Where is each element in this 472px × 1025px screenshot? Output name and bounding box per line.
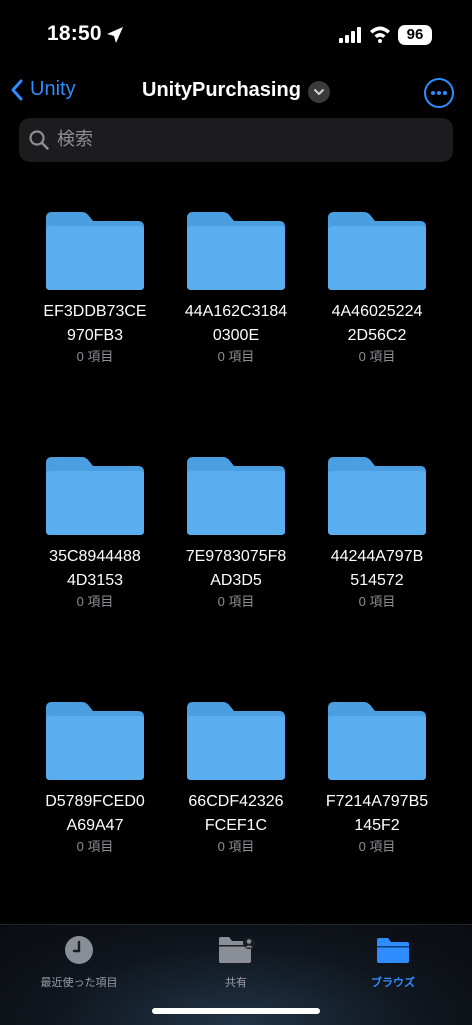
folder-name: EF3DDB73CE 970FB3: [43, 303, 147, 344]
tab-recents[interactable]: 最近使った項目: [4, 935, 154, 990]
search-bar[interactable]: [19, 118, 453, 162]
folder-icon: [328, 702, 426, 780]
folder-name: 44244A797B 514572: [330, 548, 424, 589]
folder-item[interactable]: 35C8944488 4D3153 0 項目: [30, 455, 160, 611]
folder-item[interactable]: 44244A797B 514572 0 項目: [312, 455, 442, 611]
folder-icon: [187, 212, 285, 290]
tab-shared[interactable]: 共有: [161, 935, 311, 990]
folder-item[interactable]: F7214A797B5 145F2 0 項目: [312, 700, 442, 856]
folder-name: 4A46025224 2D56C2: [331, 303, 423, 344]
folder-item-count: 0 項目: [76, 594, 114, 609]
ellipsis-icon: [431, 91, 435, 95]
folder-item-count: 0 項目: [76, 839, 114, 854]
folder-icon: [377, 938, 409, 963]
clock-icon: [65, 936, 93, 964]
status-time: 18:50: [47, 22, 102, 45]
folder-item-count: 0 項目: [217, 594, 255, 609]
folder-name: D5789FCED0 A69A47: [45, 793, 145, 834]
tab-browse[interactable]: ブラウズ: [318, 935, 468, 990]
folder-name: 7E9783075F8 AD3D5: [185, 548, 287, 589]
page-title[interactable]: UnityPurchasing: [142, 79, 301, 102]
folder-item-count: 0 項目: [217, 839, 255, 854]
folder-item-count: 0 項目: [358, 349, 396, 364]
location-arrow-icon: [107, 27, 123, 43]
folder-icon: [46, 212, 144, 290]
folder-name: 35C8944488 4D3153: [49, 548, 141, 589]
folder-name: 44A162C3184 0300E: [184, 303, 288, 344]
folder-item-count: 0 項目: [358, 839, 396, 854]
back-button[interactable]: Unity: [10, 78, 76, 101]
tab-browse-label: ブラウズ: [371, 977, 415, 989]
folder-name: 66CDF42326 FCEF1C: [188, 793, 284, 834]
title-menu-button[interactable]: [308, 81, 330, 103]
battery-indicator: 96: [398, 25, 432, 45]
more-options-button[interactable]: [424, 78, 454, 108]
folder-icon: [46, 702, 144, 780]
home-indicator: [152, 1008, 320, 1014]
chevron-down-icon: [314, 89, 324, 95]
chevron-left-icon: [11, 79, 23, 100]
folder-item-count: 0 項目: [76, 349, 114, 364]
folder-icon: [328, 212, 426, 290]
folder-icon: [187, 457, 285, 535]
folder-icon: [187, 702, 285, 780]
search-icon: [29, 130, 49, 150]
tab-recents-label: 最近使った項目: [40, 977, 118, 989]
folder-item-count: 0 項目: [358, 594, 396, 609]
folder-name: F7214A797B5 145F2: [325, 793, 429, 834]
folder-icon: [328, 457, 426, 535]
folder-item[interactable]: 66CDF42326 FCEF1C 0 項目: [171, 700, 301, 856]
folder-item[interactable]: D5789FCED0 A69A47 0 項目: [30, 700, 160, 856]
search-input[interactable]: [57, 129, 437, 150]
cellular-signal-icon: [339, 27, 361, 43]
folder-item[interactable]: 4A46025224 2D56C2 0 項目: [312, 210, 442, 366]
back-button-label: Unity: [30, 78, 76, 100]
status-bar: 18:50 96: [0, 0, 472, 70]
tab-shared-label: 共有: [225, 977, 247, 989]
navigation-bar: Unity UnityPurchasing: [0, 70, 472, 114]
folder-icon: [46, 457, 144, 535]
folder-item[interactable]: 44A162C3184 0300E 0 項目: [171, 210, 301, 366]
folder-item[interactable]: 7E9783075F8 AD3D5 0 項目: [171, 455, 301, 611]
wifi-icon: [370, 26, 390, 43]
shared-folder-icon: [219, 937, 255, 963]
folder-item[interactable]: EF3DDB73CE 970FB3 0 項目: [30, 210, 160, 366]
folder-item-count: 0 項目: [217, 349, 255, 364]
